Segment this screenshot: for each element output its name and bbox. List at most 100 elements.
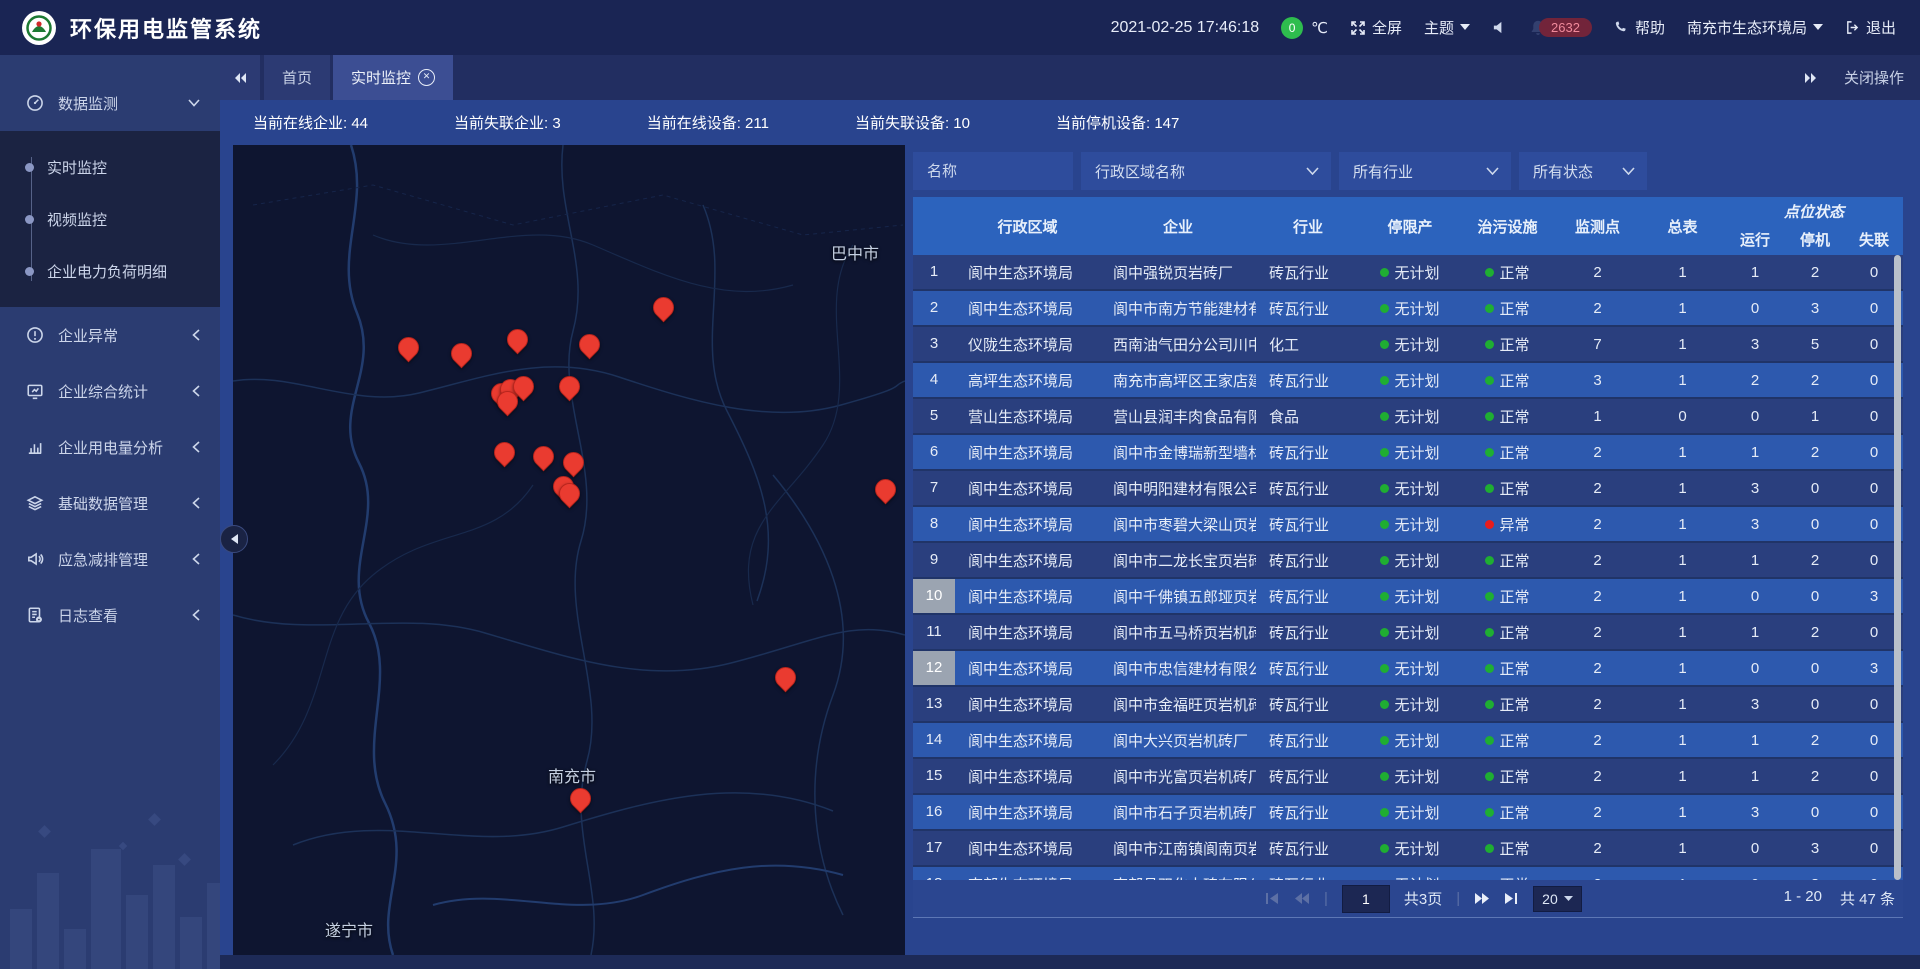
table-row[interactable]: 6 阆中生态环境局 阆中市金博瑞新型墙材 砖瓦行业 无计划 正常 2 1 1 2… <box>913 435 1903 471</box>
table-row[interactable]: 4 高坪生态环境局 南充市高坪区王家店建 砖瓦行业 无计划 正常 3 1 2 2… <box>913 363 1903 399</box>
table-row[interactable]: 2 阆中生态环境局 阆中市南方节能建材有 砖瓦行业 无计划 正常 2 1 0 3… <box>913 291 1903 327</box>
sidebar-item-3[interactable]: 企业用电量分析 <box>0 419 220 475</box>
org-menu-button[interactable]: 南充市生态环境局 <box>1687 17 1823 38</box>
table-row[interactable]: 18 南部生态环境局 南部县双化土砖有限公 砖瓦行业 无计划 正常 2 1 0 … <box>913 867 1903 880</box>
temperature-badge: 0 <box>1281 17 1303 39</box>
cell-limit: 无计划 <box>1360 442 1460 463</box>
cell-industry: 砖瓦行业 <box>1256 550 1360 571</box>
tab-home[interactable]: 首页 <box>264 55 330 100</box>
status-dot-green <box>1485 340 1494 349</box>
cell-limit: 无计划 <box>1360 622 1460 643</box>
cell-run: 3 <box>1725 480 1785 497</box>
table-row[interactable]: 16 阆中生态环境局 阆中市石子页岩机砖厂 砖瓦行业 无计划 正常 2 1 3 … <box>913 795 1903 831</box>
cell-stop: 0 <box>1785 588 1845 605</box>
table-row[interactable]: 12 阆中生态环境局 阆中市忠信建材有限公 砖瓦行业 无计划 正常 2 1 0 … <box>913 651 1903 687</box>
cell-company: 阆中强锐页岩砖厂 <box>1100 262 1256 283</box>
sidebar-subitem[interactable]: 实时监控 <box>0 141 220 193</box>
prev-page-button[interactable] <box>1294 892 1310 905</box>
sidebar-subitem[interactable]: 视频监控 <box>0 193 220 245</box>
row-number: 6 <box>913 435 955 469</box>
row-number: 1 <box>913 255 955 289</box>
close-operations-button[interactable]: 关闭操作 <box>1844 67 1904 88</box>
cell-region: 阆中生态环境局 <box>955 802 1100 823</box>
cell-limit: 无计划 <box>1360 298 1460 319</box>
cell-region: 营山生态环境局 <box>955 406 1100 427</box>
map-city-label: 南充市 <box>548 763 596 787</box>
mute-button[interactable] <box>1492 20 1507 35</box>
status-select[interactable]: 所有状态 <box>1519 152 1647 190</box>
table-scrollbar[interactable] <box>1894 255 1901 880</box>
table-row[interactable]: 14 阆中生态环境局 阆中大兴页岩机砖厂 砖瓦行业 无计划 正常 2 1 1 2… <box>913 723 1903 759</box>
sidebar-item-0[interactable]: 数据监测 <box>0 75 220 131</box>
cell-region: 阆中生态环境局 <box>955 298 1100 319</box>
table-row[interactable]: 7 阆中生态环境局 阆中明阳建材有限公司 砖瓦行业 无计划 正常 2 1 3 0… <box>913 471 1903 507</box>
cell-points: 2 <box>1555 660 1640 677</box>
cell-run: 1 <box>1725 552 1785 569</box>
cell-facility: 正常 <box>1460 370 1555 391</box>
sidebar-item-5[interactable]: 应急减排管理 <box>0 531 220 587</box>
bullet-icon <box>25 215 34 224</box>
status-dot-green <box>1380 268 1389 277</box>
total-pages-label: 共3页 <box>1404 888 1442 909</box>
notification-button[interactable]: 2632 <box>1529 18 1592 37</box>
cell-industry: 砖瓦行业 <box>1256 586 1360 607</box>
cell-points: 3 <box>1555 372 1640 389</box>
first-page-button[interactable] <box>1265 892 1280 905</box>
col-limit: 停限产 <box>1360 197 1460 255</box>
sidebar-item-4[interactable]: 基础数据管理 <box>0 475 220 531</box>
cell-points: 2 <box>1555 804 1640 821</box>
tab-realtime-monitor[interactable]: 实时监控 ✕ <box>333 55 453 100</box>
next-page-button[interactable] <box>1474 892 1490 905</box>
table-row[interactable]: 3 仪陇生态环境局 西南油气田分公司川中 化工 无计划 正常 7 1 3 5 0 <box>913 327 1903 363</box>
chart-icon <box>26 438 44 456</box>
industry-select[interactable]: 所有行业 <box>1339 152 1511 190</box>
region-select[interactable]: 行政区域名称 <box>1081 152 1331 190</box>
cell-run: 0 <box>1725 840 1785 857</box>
notification-count-badge: 2632 <box>1539 18 1592 37</box>
cell-region: 阆中生态环境局 <box>955 766 1100 787</box>
sidebar-item-2[interactable]: 企业综合统计 <box>0 363 220 419</box>
name-filter-input[interactable] <box>913 152 1073 190</box>
sidebar-subitem[interactable]: 企业电力负荷明细 <box>0 245 220 297</box>
page-number-input[interactable] <box>1342 885 1390 913</box>
table-row[interactable]: 17 阆中生态环境局 阆中市江南镇阆南页岩 砖瓦行业 无计划 正常 2 1 0 … <box>913 831 1903 867</box>
cell-industry: 砖瓦行业 <box>1256 802 1360 823</box>
theme-menu-button[interactable]: 主题 <box>1424 17 1470 38</box>
page-size-select[interactable]: 20 <box>1533 886 1582 912</box>
table-row[interactable]: 13 阆中生态环境局 阆中市金福旺页岩机砖 砖瓦行业 无计划 正常 2 1 3 … <box>913 687 1903 723</box>
table-row[interactable]: 8 阆中生态环境局 阆中市枣碧大梁山页岩 砖瓦行业 无计划 异常 2 1 3 0… <box>913 507 1903 543</box>
map-collapse-button[interactable] <box>220 525 248 553</box>
map-panel[interactable]: 巴中市南充市遂宁市 <box>233 145 905 955</box>
cell-industry: 砖瓦行业 <box>1256 370 1360 391</box>
status-dot-green <box>1380 844 1389 853</box>
cell-industry: 砖瓦行业 <box>1256 478 1360 499</box>
status-dot-green <box>1485 628 1494 637</box>
tabs-scroll-left-button[interactable] <box>220 55 260 100</box>
cell-stop: 2 <box>1785 444 1845 461</box>
stat-item: 当前停机设备: 147 <box>1056 112 1179 133</box>
cell-points: 2 <box>1555 732 1640 749</box>
table-row[interactable]: 5 营山生态环境局 营山县润丰肉食品有限 食品 无计划 正常 1 0 0 1 0 <box>913 399 1903 435</box>
cell-limit: 无计划 <box>1360 586 1460 607</box>
app-logo-icon <box>22 11 56 45</box>
help-button[interactable]: 帮助 <box>1614 17 1665 38</box>
last-page-button[interactable] <box>1504 892 1519 905</box>
sidebar-item-1[interactable]: 企业异常 <box>0 307 220 363</box>
table-row[interactable]: 10 阆中生态环境局 阆中千佛镇五郎垭页岩 砖瓦行业 无计划 正常 2 1 0 … <box>913 579 1903 615</box>
table-row[interactable]: 11 阆中生态环境局 阆中市五马桥页岩机砖 砖瓦行业 无计划 正常 2 1 1 … <box>913 615 1903 651</box>
layers-icon <box>26 494 44 512</box>
fullscreen-button[interactable]: 全屏 <box>1350 17 1402 38</box>
chevron-left-icon <box>192 497 200 509</box>
table-row[interactable]: 9 阆中生态环境局 阆中市二龙长宝页岩砖 砖瓦行业 无计划 正常 2 1 1 2… <box>913 543 1903 579</box>
tab-close-icon[interactable]: ✕ <box>418 69 435 86</box>
table-row[interactable]: 1 阆中生态环境局 阆中强锐页岩砖厂 砖瓦行业 无计划 正常 2 1 1 2 0 <box>913 255 1903 291</box>
cell-region: 阆中生态环境局 <box>955 694 1100 715</box>
sidebar-item-6[interactable]: 日志查看 <box>0 587 220 643</box>
col-meters: 总表 <box>1640 197 1725 255</box>
double-chevron-right-icon[interactable] <box>1804 72 1818 84</box>
table-row[interactable]: 15 阆中生态环境局 阆中市光富页岩机砖厂 砖瓦行业 无计划 正常 2 1 1 … <box>913 759 1903 795</box>
logout-button[interactable]: 退出 <box>1845 17 1896 38</box>
chevron-down-icon <box>1486 167 1499 175</box>
cell-industry: 砖瓦行业 <box>1256 442 1360 463</box>
cell-points: 2 <box>1555 516 1640 533</box>
